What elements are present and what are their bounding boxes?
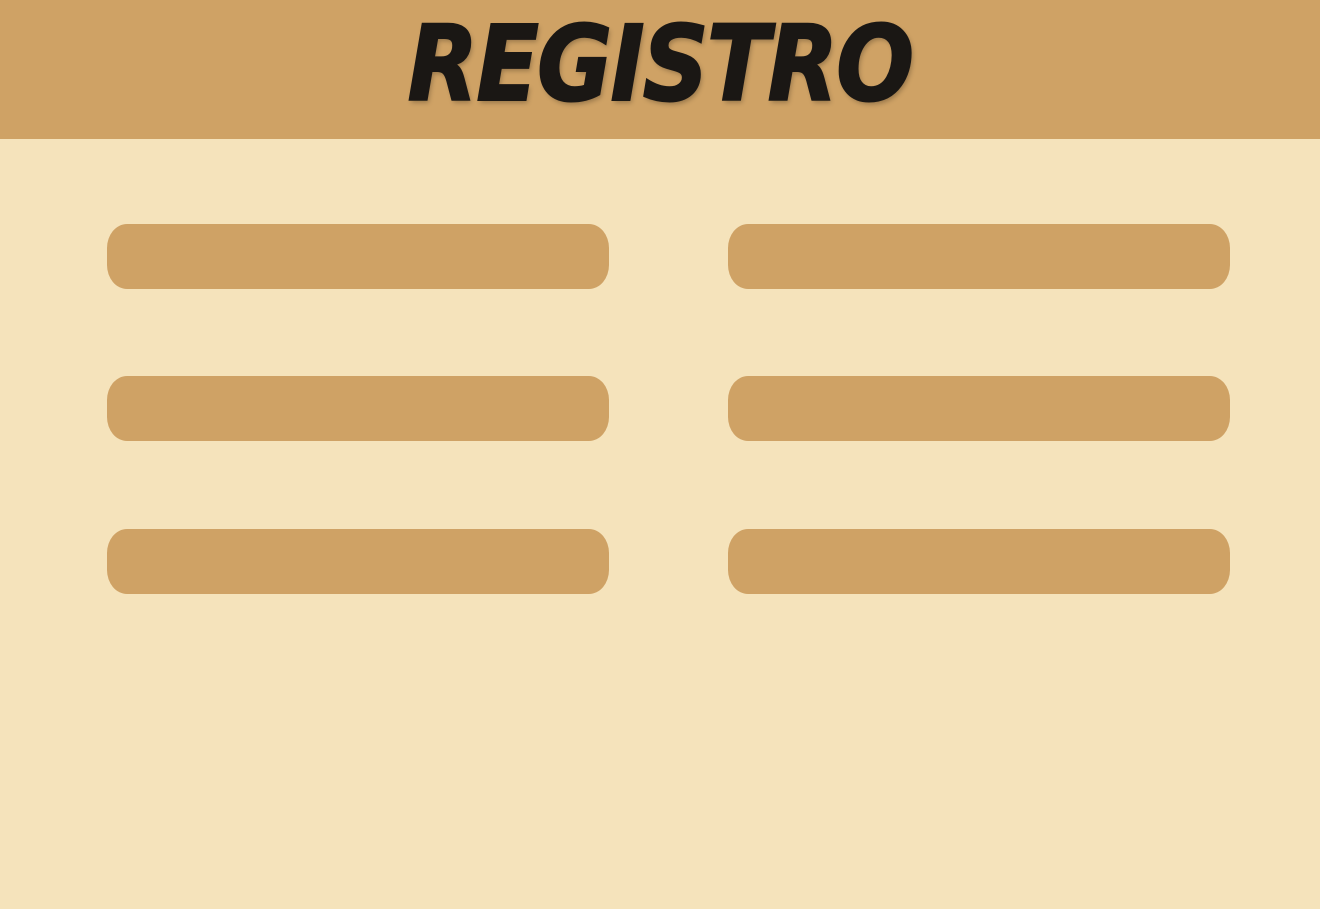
page-title: REGISTRO — [407, 3, 915, 125]
form-field-1[interactable] — [107, 224, 609, 289]
form-field-5[interactable] — [107, 529, 609, 594]
form-field-2[interactable] — [728, 224, 1230, 289]
form-field-6[interactable] — [728, 529, 1230, 594]
header-banner: REGISTRO — [0, 0, 1320, 139]
form-field-4[interactable] — [728, 376, 1230, 441]
form-field-3[interactable] — [107, 376, 609, 441]
